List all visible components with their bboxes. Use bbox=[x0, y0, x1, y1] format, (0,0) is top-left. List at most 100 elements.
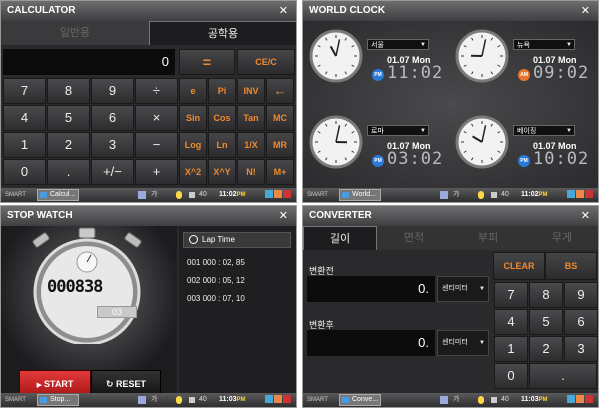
key-button[interactable]: 2 bbox=[529, 336, 563, 362]
tab-area[interactable]: 면적 bbox=[377, 226, 451, 250]
key-button[interactable]: 8 bbox=[47, 78, 90, 104]
unit-select-after[interactable]: 센티미터 bbox=[437, 330, 489, 356]
ime-indicator[interactable]: 가 bbox=[453, 188, 459, 202]
tab-length[interactable]: 길이 bbox=[303, 226, 377, 250]
sci-key-button[interactable]: N! bbox=[237, 159, 265, 185]
taskbar-task[interactable]: Calcul... bbox=[37, 189, 79, 201]
city-select[interactable]: 로마 bbox=[367, 125, 429, 137]
sci-key-button[interactable]: X^Y bbox=[208, 159, 236, 185]
key-button[interactable]: 0 bbox=[494, 363, 528, 389]
key-button[interactable]: 6 bbox=[91, 105, 134, 131]
before-value[interactable]: 0. bbox=[307, 276, 435, 302]
key-button[interactable]: 6 bbox=[564, 309, 598, 335]
backspace-button[interactable]: ← bbox=[266, 78, 294, 104]
key-button[interactable]: 3 bbox=[91, 132, 134, 158]
power-icon[interactable] bbox=[576, 395, 584, 403]
city-select[interactable]: 뉴욕 bbox=[513, 39, 575, 51]
app-icon[interactable] bbox=[283, 395, 291, 403]
calculator-tabs: 일반용 공학용 bbox=[1, 21, 296, 45]
app-icon[interactable] bbox=[585, 190, 593, 198]
network-icon[interactable] bbox=[567, 190, 575, 198]
smart-label: SMART bbox=[307, 192, 328, 198]
bulb-icon[interactable] bbox=[176, 191, 182, 199]
play-icon: ▶ bbox=[36, 382, 44, 389]
key-button[interactable]: 7 bbox=[3, 78, 46, 104]
clock-time: 11:03 bbox=[219, 396, 237, 403]
speaker-icon[interactable] bbox=[189, 397, 195, 403]
power-icon[interactable] bbox=[274, 395, 282, 403]
key-button[interactable]: 2 bbox=[47, 132, 90, 158]
clear-button[interactable]: CLEAR bbox=[493, 252, 545, 280]
network-icon[interactable] bbox=[265, 395, 273, 403]
key-button[interactable]: . bbox=[529, 363, 597, 389]
speaker-icon[interactable] bbox=[491, 397, 497, 403]
taskbar-task[interactable]: Conve... bbox=[339, 394, 381, 406]
keyboard-icon[interactable] bbox=[440, 396, 448, 404]
key-button[interactable]: 5 bbox=[47, 105, 90, 131]
speaker-icon[interactable] bbox=[189, 192, 195, 198]
tab-weight[interactable]: 무게 bbox=[525, 226, 598, 250]
key-button[interactable]: 3 bbox=[564, 336, 598, 362]
app-icon[interactable] bbox=[585, 395, 593, 403]
sci-key-button[interactable]: Log bbox=[179, 132, 207, 158]
ime-indicator[interactable]: 가 bbox=[151, 188, 157, 202]
taskbar-task[interactable]: World... bbox=[339, 189, 381, 201]
power-icon[interactable] bbox=[274, 190, 282, 198]
city-select[interactable]: 서울 bbox=[367, 39, 429, 51]
close-button[interactable]: ✕ bbox=[581, 206, 590, 226]
clear-button[interactable]: CE/C bbox=[237, 49, 295, 75]
sci-key-button[interactable]: Sin bbox=[179, 105, 207, 131]
close-button[interactable]: ✕ bbox=[279, 1, 288, 21]
close-button[interactable]: ✕ bbox=[279, 206, 288, 226]
unit-select-before[interactable]: 센티미터 bbox=[437, 276, 489, 302]
key-button[interactable]: 7 bbox=[494, 282, 528, 308]
sci-key-button[interactable]: Cos bbox=[208, 105, 236, 131]
speaker-icon[interactable] bbox=[491, 192, 497, 198]
key-button[interactable]: 1 bbox=[3, 132, 46, 158]
key-button[interactable]: 1 bbox=[494, 336, 528, 362]
backspace-button[interactable]: BS bbox=[545, 252, 597, 280]
bulb-icon[interactable] bbox=[176, 396, 182, 404]
key-button[interactable]: 9 bbox=[564, 282, 598, 308]
sci-key-button[interactable]: MC bbox=[266, 105, 294, 131]
ime-indicator[interactable]: 가 bbox=[453, 393, 459, 407]
keyboard-icon[interactable] bbox=[138, 191, 146, 199]
sci-key-button[interactable]: M+ bbox=[266, 159, 294, 185]
key-button[interactable]: − bbox=[135, 132, 178, 158]
key-button[interactable]: + bbox=[135, 159, 178, 185]
city-select[interactable]: 베이징 bbox=[513, 125, 575, 137]
equals-button[interactable]: = bbox=[179, 49, 235, 75]
key-button[interactable]: 5 bbox=[529, 309, 563, 335]
key-button[interactable]: 8 bbox=[529, 282, 563, 308]
network-icon[interactable] bbox=[265, 190, 273, 198]
network-icon[interactable] bbox=[567, 395, 575, 403]
bulb-icon[interactable] bbox=[478, 396, 484, 404]
sci-key-button[interactable]: e bbox=[179, 78, 207, 104]
taskbar-task[interactable]: Stop... bbox=[37, 394, 79, 406]
sci-key-button[interactable]: Pi bbox=[208, 78, 236, 104]
keyboard-icon[interactable] bbox=[440, 191, 448, 199]
key-button[interactable]: 4 bbox=[3, 105, 46, 131]
sci-key-button[interactable]: Ln bbox=[208, 132, 236, 158]
power-icon[interactable] bbox=[576, 190, 584, 198]
app-icon[interactable] bbox=[283, 190, 291, 198]
key-button[interactable]: 0 bbox=[3, 159, 46, 185]
sci-key-button[interactable]: Tan bbox=[237, 105, 265, 131]
key-button[interactable]: ÷ bbox=[135, 78, 178, 104]
key-button[interactable]: +/− bbox=[91, 159, 134, 185]
sci-key-button[interactable]: 1/X bbox=[237, 132, 265, 158]
key-button[interactable]: 9 bbox=[91, 78, 134, 104]
keyboard-icon[interactable] bbox=[138, 396, 146, 404]
sci-key-button[interactable]: MR bbox=[266, 132, 294, 158]
tab-basic[interactable]: 일반용 bbox=[1, 21, 149, 45]
sci-key-button[interactable]: X^2 bbox=[179, 159, 207, 185]
close-button[interactable]: ✕ bbox=[581, 1, 590, 21]
ime-indicator[interactable]: 가 bbox=[151, 393, 157, 407]
tab-scientific[interactable]: 공학용 bbox=[149, 21, 296, 45]
sci-key-button[interactable]: INV bbox=[237, 78, 265, 104]
tab-volume[interactable]: 부피 bbox=[451, 226, 525, 250]
key-button[interactable]: . bbox=[47, 159, 90, 185]
bulb-icon[interactable] bbox=[478, 191, 484, 199]
key-button[interactable]: 4 bbox=[494, 309, 528, 335]
key-button[interactable]: × bbox=[135, 105, 178, 131]
